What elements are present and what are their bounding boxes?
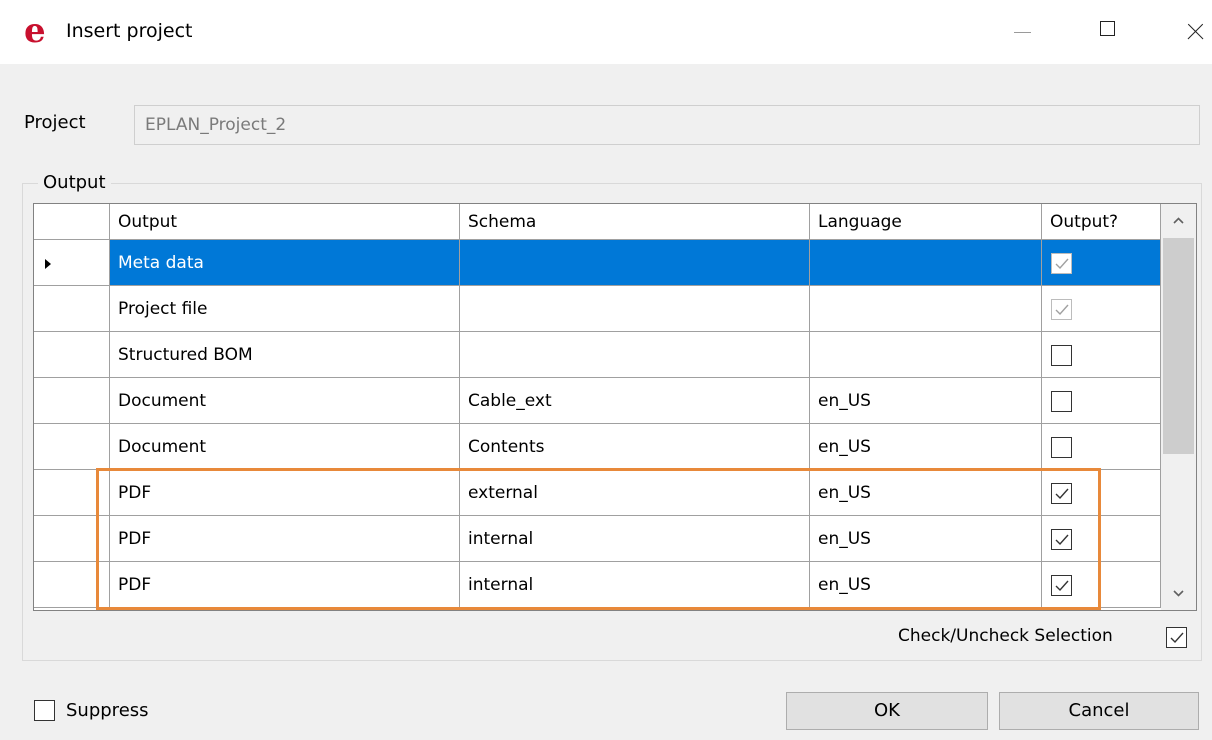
cell-output[interactable]: Document: [110, 424, 460, 470]
table-row[interactable]: Structured BOM: [34, 332, 1161, 378]
suppress-checkbox[interactable]: [34, 700, 55, 721]
cell-output-flag[interactable]: [1042, 516, 1161, 562]
output-checkbox[interactable]: [1051, 391, 1072, 412]
cell-schema[interactable]: external: [460, 470, 810, 516]
row-header[interactable]: [34, 332, 110, 378]
cell-output-flag[interactable]: [1042, 424, 1161, 470]
row-header[interactable]: [34, 562, 110, 608]
column-header-output[interactable]: Output: [110, 204, 460, 240]
cell-schema[interactable]: [460, 240, 810, 286]
cell-language[interactable]: [810, 240, 1042, 286]
row-header-corner: [34, 204, 110, 240]
cell-output[interactable]: PDF: [110, 562, 460, 608]
table-row[interactable]: PDF internal en_US: [34, 562, 1161, 608]
checkmark-icon: [1055, 534, 1069, 546]
checkmark-icon: [1170, 632, 1184, 644]
column-header-schema[interactable]: Schema: [460, 204, 810, 240]
checkmark-icon: [1055, 258, 1069, 270]
cell-output-flag[interactable]: [1042, 240, 1161, 286]
column-header-language[interactable]: Language: [810, 204, 1042, 240]
row-header[interactable]: [34, 516, 110, 562]
row-header[interactable]: [34, 470, 110, 516]
cell-language[interactable]: en_US: [810, 470, 1042, 516]
table-row[interactable]: Meta data: [34, 240, 1161, 286]
cell-schema[interactable]: [460, 332, 810, 378]
ok-button[interactable]: OK: [786, 692, 988, 730]
column-header-output-flag[interactable]: Output?: [1042, 204, 1161, 240]
cell-language[interactable]: en_US: [810, 424, 1042, 470]
cell-output-flag[interactable]: [1042, 470, 1161, 516]
cell-output-flag[interactable]: [1042, 562, 1161, 608]
eplan-logo-icon: e: [24, 11, 46, 51]
title-bar: e Insert project: [0, 0, 1212, 64]
scroll-down-icon[interactable]: [1161, 576, 1196, 610]
project-field[interactable]: EPLAN_Project_2: [134, 105, 1200, 145]
vertical-scrollbar[interactable]: [1161, 204, 1196, 610]
scroll-up-icon[interactable]: [1161, 204, 1196, 238]
table-row[interactable]: PDF external en_US: [34, 470, 1161, 516]
output-checkbox[interactable]: [1051, 575, 1072, 596]
scroll-thumb[interactable]: [1163, 238, 1194, 454]
cell-output-flag[interactable]: [1042, 286, 1161, 332]
row-header[interactable]: [34, 424, 110, 470]
output-checkbox[interactable]: [1051, 483, 1072, 504]
cell-output[interactable]: Document: [110, 378, 460, 424]
table-row[interactable]: Document Cable_ext en_US: [34, 378, 1161, 424]
cell-output[interactable]: PDF: [110, 470, 460, 516]
cell-output[interactable]: Structured BOM: [110, 332, 460, 378]
output-checkbox[interactable]: [1051, 529, 1072, 550]
cell-language[interactable]: en_US: [810, 562, 1042, 608]
row-header[interactable]: [34, 286, 110, 332]
row-header[interactable]: [34, 378, 110, 424]
cell-schema[interactable]: Contents: [460, 424, 810, 470]
window-title: Insert project: [66, 20, 193, 42]
cell-output[interactable]: Meta data: [110, 240, 460, 286]
cell-schema[interactable]: [460, 286, 810, 332]
cell-schema[interactable]: internal: [460, 562, 810, 608]
checkmark-icon: [1055, 304, 1069, 316]
table-row[interactable]: PDF internal en_US: [34, 516, 1161, 562]
table-row[interactable]: Project file: [34, 286, 1161, 332]
checkmark-icon: [1055, 580, 1069, 592]
output-grid[interactable]: Output Schema Language Output? Meta data…: [33, 203, 1197, 611]
table-row[interactable]: Document Contents en_US: [34, 424, 1161, 470]
cell-language[interactable]: en_US: [810, 516, 1042, 562]
current-row-arrow-icon: [45, 259, 51, 269]
cell-output[interactable]: PDF: [110, 516, 460, 562]
checkmark-icon: [1055, 488, 1069, 500]
output-checkbox[interactable]: [1051, 345, 1072, 366]
cell-language[interactable]: [810, 286, 1042, 332]
output-group-label: Output: [38, 172, 111, 193]
output-checkbox: [1051, 299, 1072, 320]
close-icon[interactable]: [1168, 12, 1208, 48]
output-checkbox[interactable]: [1051, 437, 1072, 458]
maximize-icon[interactable]: [1080, 16, 1120, 46]
row-header[interactable]: [34, 240, 110, 286]
cell-language[interactable]: [810, 332, 1042, 378]
cell-output-flag[interactable]: [1042, 378, 1161, 424]
grid-header: Output Schema Language Output?: [34, 204, 1161, 240]
minimize-icon[interactable]: [1004, 16, 1040, 46]
cell-schema[interactable]: Cable_ext: [460, 378, 810, 424]
cell-output-flag[interactable]: [1042, 332, 1161, 378]
cell-output[interactable]: Project file: [110, 286, 460, 332]
cancel-button[interactable]: Cancel: [999, 692, 1199, 730]
check-uncheck-label: Check/Uncheck Selection: [898, 626, 1113, 646]
output-checkbox: [1051, 253, 1072, 274]
check-uncheck-checkbox[interactable]: [1166, 627, 1187, 648]
cell-language[interactable]: en_US: [810, 378, 1042, 424]
cell-schema[interactable]: internal: [460, 516, 810, 562]
project-label: Project: [24, 112, 86, 133]
suppress-label: Suppress: [66, 700, 149, 721]
